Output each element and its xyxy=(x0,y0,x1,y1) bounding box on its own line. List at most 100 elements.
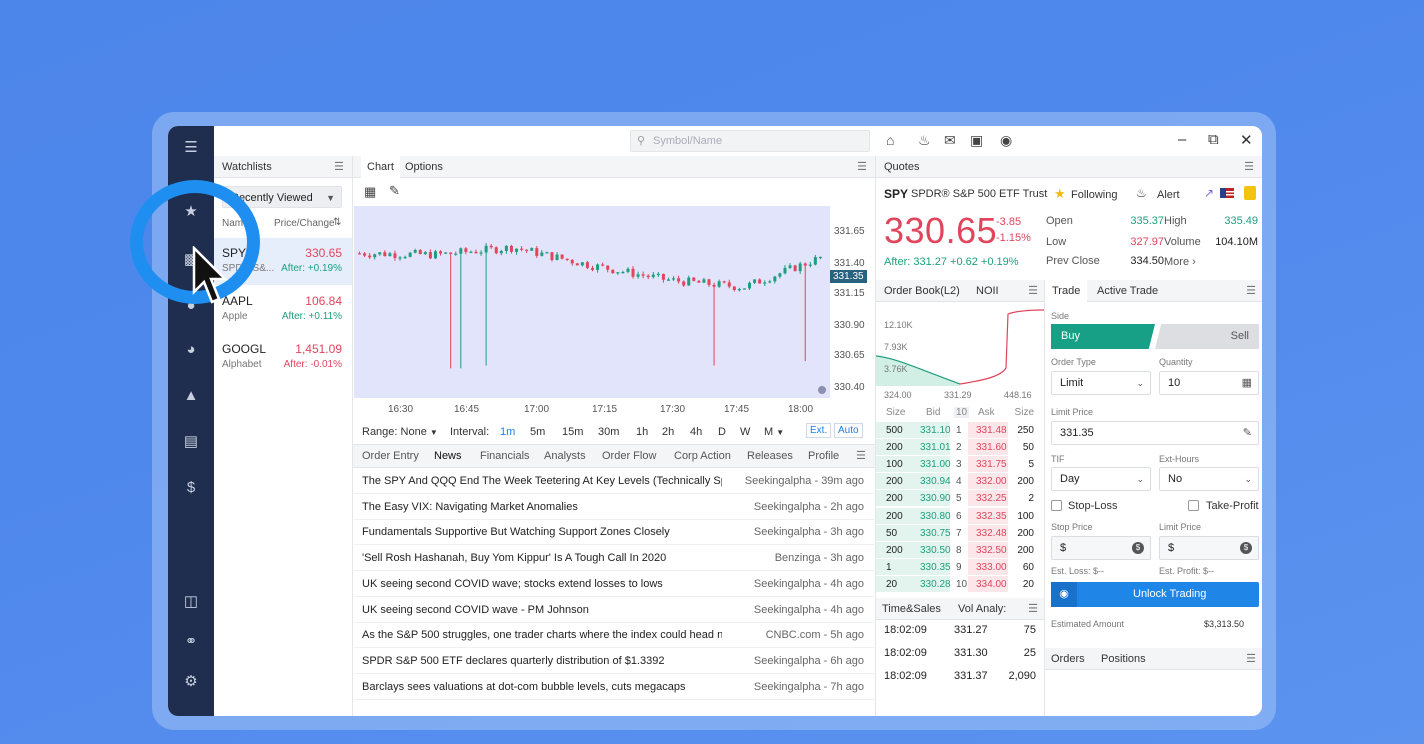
interval-30m[interactable]: 30m xyxy=(598,426,619,438)
orderbook-row[interactable]: 200 330.50 8 332.50 200 xyxy=(876,541,1036,559)
tab-profile[interactable]: Profile xyxy=(808,450,839,462)
range-dropdown[interactable]: Range: None ▼ xyxy=(362,426,438,438)
alert-button[interactable]: Alert xyxy=(1157,189,1180,201)
search-input[interactable]: ⚲ Symbol/Name xyxy=(630,130,870,152)
interval-m[interactable]: M ▼ xyxy=(764,426,784,438)
buy-button[interactable]: Buy xyxy=(1051,324,1155,349)
bell-icon[interactable]: ♨ xyxy=(1136,186,1147,200)
orderbook-row[interactable]: 200 331.01 2 331.60 50 xyxy=(876,439,1036,456)
calculator-icon[interactable]: ▦ xyxy=(1242,372,1252,394)
tools-icon[interactable]: ▲ xyxy=(181,386,201,406)
tab-analysts[interactable]: Analysts xyxy=(544,450,586,462)
tab-orders[interactable]: Orders xyxy=(1051,653,1085,665)
unlock-trading-button[interactable]: ◉ Unlock Trading xyxy=(1051,582,1259,607)
news-menu-icon[interactable]: ☰ xyxy=(856,449,866,462)
quotes-menu-icon[interactable]: ☰ xyxy=(1244,160,1254,173)
gear-icon[interactable]: ⚙ xyxy=(181,672,201,692)
orderbook-row[interactable]: 200 330.90 5 332.25 2 xyxy=(876,490,1036,507)
news-item[interactable]: As the S&P 500 struggles, one trader cha… xyxy=(354,622,874,649)
orderbook-menu-icon[interactable]: ☰ xyxy=(1028,284,1038,297)
news-item[interactable]: The Easy VIX: Navigating Market Anomalie… xyxy=(354,494,874,520)
tab-trade[interactable]: Trade xyxy=(1045,280,1088,302)
col-price-header[interactable]: Price/Change xyxy=(274,218,335,229)
chart-type-icon[interactable]: ▦ xyxy=(364,184,376,200)
stop-loss-checkbox[interactable] xyxy=(1051,500,1062,511)
restore-icon[interactable]: ⧉ xyxy=(1208,131,1219,148)
dollar-icon[interactable]: $ xyxy=(181,478,201,498)
interval-4h[interactable]: 4h xyxy=(690,426,702,438)
analytics-icon[interactable]: ◕ xyxy=(181,340,201,360)
tab-vol-analysis[interactable]: Vol Analy: xyxy=(958,603,1006,615)
tab-releases[interactable]: Releases xyxy=(747,450,793,462)
wallet-icon[interactable]: ▤ xyxy=(181,432,201,452)
news-item[interactable]: UK seeing second COVID wave; stocks exte… xyxy=(354,571,874,597)
interval-2h[interactable]: 2h xyxy=(662,426,674,438)
interval-1h[interactable]: 1h xyxy=(636,426,648,438)
interval-15m[interactable]: 15m xyxy=(562,426,583,438)
bell-icon[interactable]: ♨ xyxy=(918,132,931,149)
following-button[interactable]: Following xyxy=(1071,189,1117,201)
headset-icon[interactable]: ⚭ xyxy=(181,632,201,652)
ext-toggle[interactable]: Ext. xyxy=(806,423,832,438)
stop-price-input[interactable]: $ $ xyxy=(1051,536,1151,560)
pencil-icon[interactable]: ✎ xyxy=(1243,422,1252,444)
trade-menu-icon[interactable]: ☰ xyxy=(1246,284,1256,297)
sort-icon[interactable]: ⇅ xyxy=(333,217,341,228)
news-item[interactable]: Barclays sees valuations at dot-com bubb… xyxy=(354,674,874,700)
ob-level-header[interactable]: 10 xyxy=(954,407,970,418)
interval-5m[interactable]: 5m xyxy=(530,426,545,438)
tab-corp-action[interactable]: Corp Action xyxy=(674,450,731,462)
ext-hours-select[interactable]: No ⌄ xyxy=(1159,467,1259,491)
news-item[interactable]: The SPY And QQQ End The Week Teetering A… xyxy=(354,468,874,494)
tab-financials[interactable]: Financials xyxy=(480,450,530,462)
orderbook-row[interactable]: 200 330.80 6 332.35 100 xyxy=(876,507,1036,525)
tab-active-trade[interactable]: Active Trade xyxy=(1097,285,1158,297)
sell-button[interactable]: Sell xyxy=(1155,324,1259,349)
tab-time-sales[interactable]: Time&Sales xyxy=(882,603,941,615)
orderbook-row[interactable]: 100 331.00 3 331.75 5 xyxy=(876,456,1036,473)
tab-positions[interactable]: Positions xyxy=(1101,653,1146,665)
orderbook-row[interactable]: 500 331.10 1 331.48 250 xyxy=(876,422,1036,439)
pencil-icon[interactable]: ✎ xyxy=(389,183,400,199)
tab-options[interactable]: Options xyxy=(405,161,443,173)
price-chart[interactable] xyxy=(354,206,830,398)
orderbook-row[interactable]: 20 330.28 10 334.00 20 xyxy=(876,575,1036,593)
news-item[interactable]: Fundamentals Supportive But Watching Sup… xyxy=(354,519,874,546)
tab-order-flow[interactable]: Order Flow xyxy=(602,450,656,462)
limit-price2-input[interactable]: $ $ xyxy=(1159,536,1259,560)
orderbook-row[interactable]: 1 330.35 9 333.00 60 xyxy=(876,558,1036,576)
watchlist-row-aapl[interactable]: AAPL Apple 106.84 After: +0.11% xyxy=(214,286,352,333)
tab-noii[interactable]: NOII xyxy=(976,285,999,297)
tab-chart[interactable]: Chart xyxy=(361,156,400,180)
hamburger-menu-icon[interactable]: ☰ xyxy=(181,138,201,158)
auto-toggle[interactable]: Auto xyxy=(834,423,863,438)
close-icon[interactable]: ✕ xyxy=(1240,131,1253,149)
minimize-icon[interactable]: – xyxy=(1178,131,1186,148)
chart-handle[interactable] xyxy=(818,386,826,394)
chart-menu-icon[interactable]: ☰ xyxy=(857,160,867,173)
tif-select[interactable]: Day ⌄ xyxy=(1051,467,1151,491)
orderbook-row[interactable]: 200 330.94 4 332.00 200 xyxy=(876,473,1036,490)
order-type-select[interactable]: Limit ⌄ xyxy=(1051,371,1151,395)
timesales-menu-icon[interactable]: ☰ xyxy=(1028,602,1038,615)
mail-icon[interactable]: ✉ xyxy=(944,132,956,149)
watchlist-row-googl[interactable]: GOOGL Alphabet 1,451.09 After: -0.01% xyxy=(214,334,352,381)
tab-news[interactable]: News xyxy=(434,450,462,462)
limit-price-input[interactable]: 331.35 ✎ xyxy=(1051,421,1259,445)
lock-icon[interactable]: ◉ xyxy=(1000,132,1012,149)
more-link[interactable]: More › xyxy=(1164,256,1196,268)
interval-1m[interactable]: 1m xyxy=(500,426,515,438)
star-icon[interactable]: ★ xyxy=(1054,186,1066,202)
box-icon[interactable]: ▣ xyxy=(970,132,983,149)
interval-w[interactable]: W xyxy=(740,426,750,438)
quantity-input[interactable]: 10 ▦ xyxy=(1159,371,1259,395)
trend-icon[interactable]: ↗ xyxy=(1204,186,1214,200)
orderbook-row[interactable]: 50 330.75 7 332.48 200 xyxy=(876,524,1036,542)
watchlist-menu-icon[interactable]: ☰ xyxy=(334,160,344,173)
book-icon[interactable]: ◫ xyxy=(181,592,201,612)
tab-order-book[interactable]: Order Book(L2) xyxy=(884,285,960,297)
orders-menu-icon[interactable]: ☰ xyxy=(1246,652,1256,665)
news-item[interactable]: 'Sell Rosh Hashanah, Buy Yom Kippur' Is … xyxy=(354,545,874,572)
tab-order-entry[interactable]: Order Entry xyxy=(362,450,419,462)
take-profit-checkbox[interactable] xyxy=(1188,500,1199,511)
